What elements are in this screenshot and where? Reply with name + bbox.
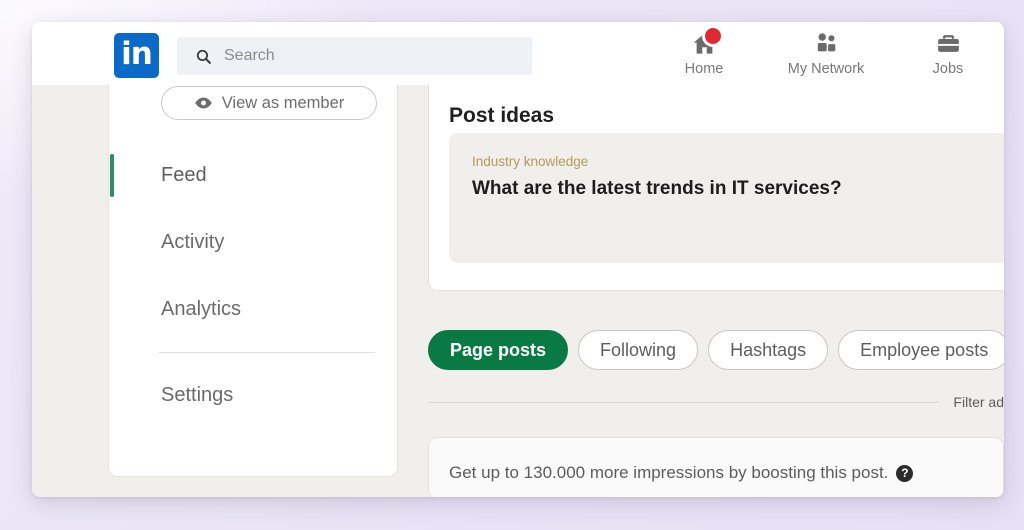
- pill-hashtags[interactable]: Hashtags: [708, 330, 829, 370]
- nav-items-group: Home My Network Jobs: [666, 25, 986, 77]
- eye-icon: [194, 97, 212, 109]
- top-navigation-bar: in Search Home My Network Jobs: [32, 22, 1004, 85]
- filter-divider: [428, 401, 940, 403]
- boost-post-text: Get up to 130.000 more impressions by bo…: [449, 463, 889, 482]
- pill-label-following: Following: [600, 339, 677, 360]
- post-idea-category: Industry knowledge: [472, 154, 589, 169]
- pill-label-hashtags: Hashtags: [730, 339, 807, 360]
- boost-post-card: Get up to 130.000 more impressions by bo…: [428, 437, 1004, 497]
- linkedin-logo-text: in: [121, 35, 153, 72]
- nav-label-home: Home: [684, 61, 724, 77]
- sidebar-label-activity: Activity: [161, 231, 225, 253]
- post-idea-item[interactable]: Industry knowledge What are the latest t…: [449, 133, 1004, 263]
- search-placeholder: Search: [224, 47, 275, 64]
- people-icon-wrap: [812, 28, 841, 58]
- people-icon: [817, 32, 835, 51]
- pill-label-employee-posts: Employee posts: [860, 339, 989, 360]
- pill-page-posts[interactable]: Page posts: [428, 330, 569, 370]
- sidebar-nav-list: Feed Activity Analytics Settings: [109, 142, 399, 429]
- search-icon: [196, 49, 211, 64]
- view-as-member-label: View as member: [221, 93, 345, 112]
- sidebar-label-settings: Settings: [161, 384, 234, 406]
- view-as-member-button[interactable]: View as member: [161, 86, 377, 120]
- post-ideas-card: Post ideas Industry knowledge What are t…: [428, 84, 1004, 291]
- pill-employee-posts[interactable]: Employee posts: [838, 330, 1004, 370]
- nav-label-jobs: Jobs: [932, 61, 964, 77]
- app-window: in Search Home My Network Jobs View as m…: [32, 22, 1004, 497]
- briefcase-icon: [937, 34, 959, 52]
- help-icon[interactable]: ?: [896, 464, 914, 482]
- nav-item-my-network[interactable]: My Network: [788, 28, 864, 77]
- notification-badge: [701, 25, 724, 47]
- sidebar-item-settings[interactable]: Settings: [109, 362, 399, 429]
- briefcase-icon-wrap: [934, 28, 963, 58]
- boost-post-message: Get up to 130.000 more impressions by bo…: [449, 463, 914, 483]
- search-input[interactable]: Search: [177, 37, 532, 75]
- post-idea-question: What are the latest trends in IT service…: [472, 178, 842, 199]
- sidebar-item-activity[interactable]: Activity: [109, 209, 399, 276]
- home-icon-wrap: [690, 25, 724, 58]
- page-body: View as member Feed Activity Analytics S…: [32, 84, 1004, 497]
- sidebar-item-analytics[interactable]: Analytics: [109, 276, 399, 343]
- filter-ads-label[interactable]: Filter ad: [953, 394, 1004, 410]
- nav-label-my-network: My Network: [787, 61, 865, 77]
- linkedin-logo-icon[interactable]: in: [114, 33, 159, 78]
- sidebar-label-feed: Feed: [161, 164, 207, 186]
- main-content: Post ideas Industry knowledge What are t…: [428, 84, 1004, 497]
- filter-row: Filter ad: [428, 394, 1004, 410]
- post-filter-pills: Page posts Following Hashtags Employee p…: [428, 330, 1004, 370]
- post-ideas-title: Post ideas: [449, 104, 555, 127]
- sidebar-divider: [159, 352, 375, 353]
- sidebar: View as member Feed Activity Analytics S…: [108, 84, 398, 477]
- sidebar-label-analytics: Analytics: [161, 298, 242, 320]
- pill-following[interactable]: Following: [578, 330, 699, 370]
- sidebar-item-feed[interactable]: Feed: [109, 142, 399, 209]
- nav-item-home[interactable]: Home: [666, 25, 742, 77]
- nav-item-jobs[interactable]: Jobs: [910, 28, 986, 77]
- pill-label-page-posts: Page posts: [450, 339, 547, 360]
